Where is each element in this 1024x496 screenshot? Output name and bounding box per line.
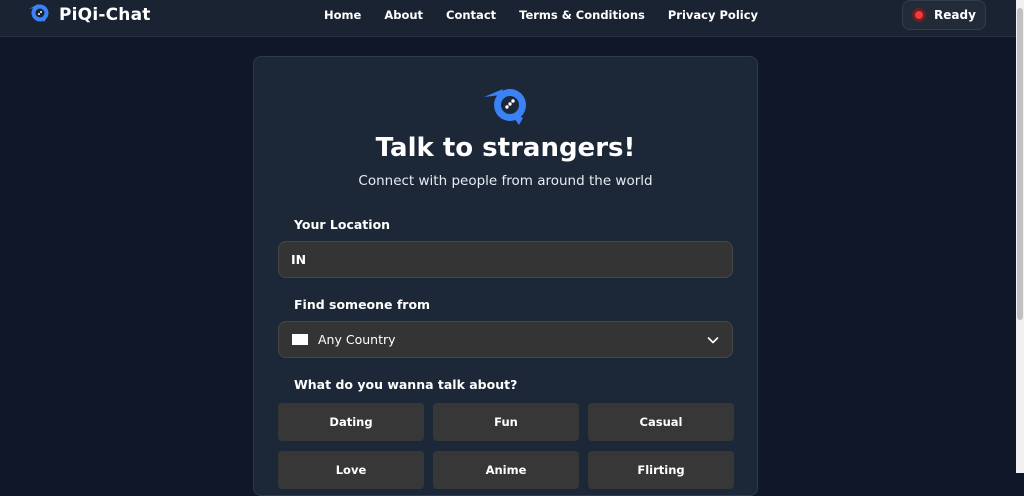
scrollbar-thumb[interactable] — [1017, 8, 1023, 320]
status-pill[interactable]: Ready — [902, 0, 986, 30]
piqi-logo-icon — [27, 1, 51, 29]
topics-label: What do you wanna talk about? — [294, 377, 518, 392]
page-subtitle: Connect with people from around the worl… — [358, 173, 653, 189]
topic-button-casual[interactable]: Casual — [588, 403, 734, 441]
nav-link-about[interactable]: About — [384, 8, 423, 22]
topic-button-love[interactable]: Love — [278, 451, 424, 489]
start-chat-card: Talk to strangers! Connect with people f… — [253, 56, 758, 496]
country-select-value: Any Country — [318, 332, 396, 347]
topic-button-flirting[interactable]: Flirting — [588, 451, 734, 489]
nav-link-terms[interactable]: Terms & Conditions — [519, 8, 645, 22]
status-label: Ready — [934, 8, 976, 22]
location-label: Your Location — [294, 217, 391, 232]
top-navbar: PiQi-Chat Home About Contact Terms & Con… — [0, 0, 1016, 37]
nav-link-home[interactable]: Home — [324, 8, 361, 22]
nav-link-contact[interactable]: Contact — [446, 8, 496, 22]
page-scrollbar[interactable] — [1016, 0, 1024, 473]
nav-link-privacy[interactable]: Privacy Policy — [668, 8, 758, 22]
topic-button-fun[interactable]: Fun — [433, 403, 579, 441]
brand[interactable]: PiQi-Chat — [27, 4, 151, 26]
page-title: Talk to strangers! — [375, 133, 636, 163]
brand-name: PiQi-Chat — [59, 5, 151, 25]
country-select[interactable]: Any Country — [278, 321, 733, 358]
recording-dot-icon — [912, 8, 926, 22]
topic-button-anime[interactable]: Anime — [433, 451, 579, 489]
country-label: Find someone from — [294, 297, 431, 312]
piqi-logo-icon — [483, 85, 531, 133]
flag-placeholder-icon — [292, 334, 308, 345]
chevron-down-icon — [706, 333, 720, 350]
nav-links: Home About Contact Terms & Conditions Pr… — [324, 8, 758, 22]
location-input[interactable]: IN — [278, 241, 733, 278]
topic-button-dating[interactable]: Dating — [278, 403, 424, 441]
